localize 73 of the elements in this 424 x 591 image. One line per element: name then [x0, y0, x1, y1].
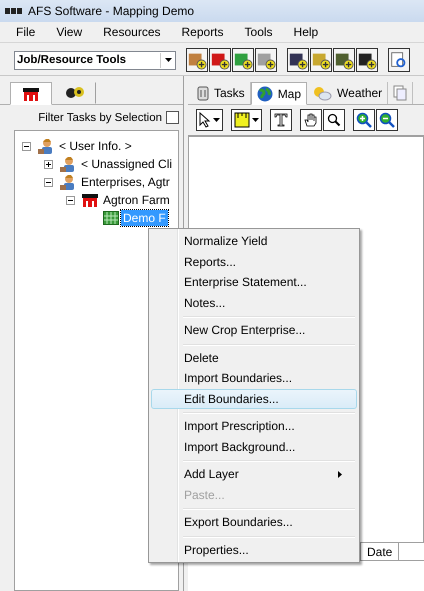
context-menu-item[interactable]: Delete: [151, 348, 357, 368]
context-menu-item[interactable]: Edit Boundaries...: [151, 388, 357, 409]
caret-icon: [213, 118, 220, 122]
magnifier-icon: [327, 113, 341, 127]
collapse-toggle[interactable]: [44, 178, 53, 186]
context-menu-item[interactable]: Properties...: [151, 540, 357, 560]
ruler-icon: [234, 112, 250, 128]
filter-label: Filter Tasks by Selection: [38, 112, 162, 124]
magnifier-tool-button[interactable]: [323, 109, 345, 131]
collapse-toggle[interactable]: [66, 196, 75, 204]
menu-item[interactable]: Reports: [182, 25, 245, 39]
context-menu-item[interactable]: Import Background...: [151, 436, 357, 457]
caret-icon: [252, 118, 259, 122]
context-menu-item[interactable]: Normalize Yield: [151, 231, 357, 252]
zoom-in-button[interactable]: [353, 109, 375, 131]
person-icon: [59, 174, 77, 190]
menu-item[interactable]: Resources: [103, 25, 182, 39]
tree-item[interactable]: Enterprises, Agtr: [79, 174, 172, 190]
view-tab[interactable]: Map: [250, 82, 308, 105]
context-menu-item[interactable]: Import Boundaries...: [151, 368, 357, 388]
person-icon: [59, 156, 77, 172]
view-tab[interactable]: Weather: [307, 82, 388, 104]
filter-checkbox[interactable]: [166, 111, 179, 124]
zoom-out-icon: [379, 112, 395, 128]
barn-icon: [81, 193, 99, 207]
menu-item[interactable]: Help: [294, 25, 340, 39]
context-menu-item[interactable]: Reports...: [151, 252, 357, 272]
pointer-tool-button[interactable]: [196, 109, 223, 131]
context-menu-item[interactable]: Enterprise Statement...: [151, 272, 357, 292]
context-menu-item[interactable]: Add Layer: [151, 464, 357, 484]
toolbar-button[interactable]: [287, 48, 309, 72]
column-header[interactable]: Date: [361, 543, 400, 560]
menu-item[interactable]: Tools: [244, 25, 294, 39]
clipboard-icon: [197, 85, 209, 101]
context-menu-item[interactable]: New Crop Enterprise...: [151, 320, 357, 340]
menu-item[interactable]: View: [56, 25, 104, 39]
app-logo-icon: [4, 6, 24, 16]
zoom-in-icon: [356, 112, 372, 128]
toolbar-button[interactable]: [388, 48, 410, 72]
field-grid-icon: [103, 211, 119, 225]
globe-icon: [256, 86, 273, 102]
toolbar-button[interactable]: [255, 48, 277, 72]
toolbar-button[interactable]: [333, 48, 355, 72]
zoom-out-button[interactable]: [376, 109, 398, 131]
document-icon: [393, 85, 408, 101]
barn-icon: [22, 86, 40, 100]
context-menu-item[interactable]: Import Prescription...: [151, 416, 357, 436]
text-tool-button[interactable]: [270, 109, 292, 131]
collapse-toggle[interactable]: [22, 142, 31, 150]
context-menu-item[interactable]: Notes...: [151, 292, 357, 313]
hand-icon: [303, 112, 319, 128]
pointer-icon: [199, 112, 211, 128]
sun-cloud-icon: [312, 85, 332, 101]
toolbar-button[interactable]: [310, 48, 332, 72]
caret-icon: [164, 58, 172, 62]
measure-tool-button[interactable]: [231, 109, 262, 131]
tools-dropdown[interactable]: Job/Resource Tools: [14, 50, 176, 70]
toolbar-button[interactable]: [232, 48, 254, 72]
toolbar-button[interactable]: [186, 48, 208, 72]
context-menu-item[interactable]: Export Boundaries...: [151, 512, 357, 532]
toolbar-button[interactable]: [209, 48, 231, 72]
toolbar-button[interactable]: [356, 48, 378, 72]
panel-tab[interactable]: [10, 82, 52, 105]
tree-item[interactable]: < User Info. >: [57, 138, 134, 154]
window-title: AFS Software - Mapping Demo: [28, 4, 194, 18]
view-tab[interactable]: Tasks: [192, 82, 251, 104]
expand-toggle[interactable]: [44, 160, 53, 168]
tree-item[interactable]: < Unassigned Cli: [79, 156, 174, 172]
tree-item[interactable]: Agtron Farm: [101, 192, 172, 208]
pan-tool-button[interactable]: [300, 109, 322, 131]
person-icon: [37, 138, 55, 154]
text-t-icon: [274, 113, 288, 127]
menu-item[interactable]: File: [16, 25, 56, 39]
